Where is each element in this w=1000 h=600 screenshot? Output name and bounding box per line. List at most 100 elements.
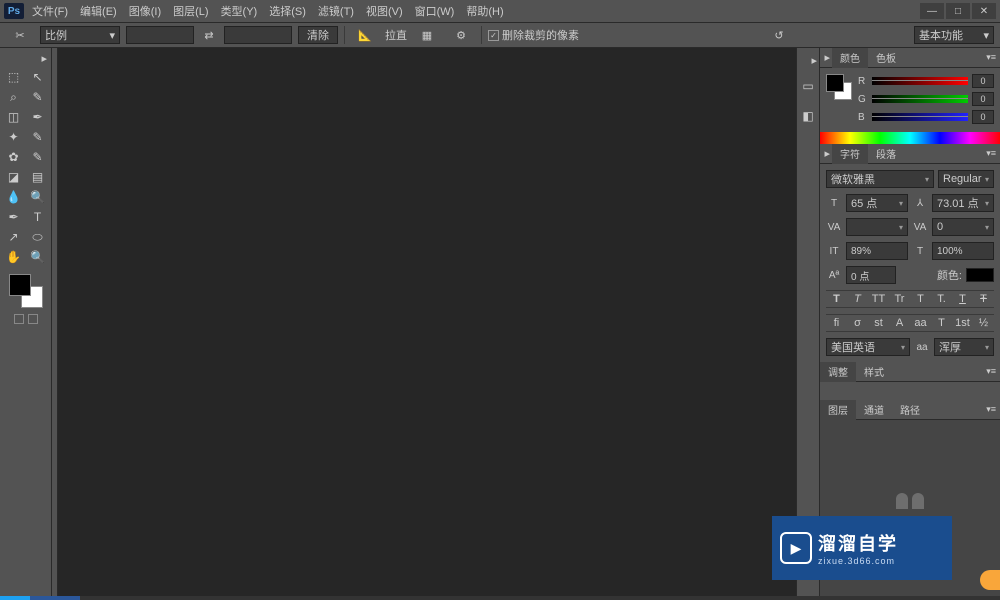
- menu-view[interactable]: 视图(V): [366, 3, 403, 19]
- ligatures-button[interactable]: fi: [828, 317, 846, 329]
- minimize-button[interactable]: —: [920, 3, 944, 19]
- canvas-area[interactable]: [52, 48, 796, 596]
- b-value[interactable]: 0: [972, 110, 994, 124]
- ordinals-button[interactable]: 1st: [954, 317, 972, 329]
- tab-paragraph[interactable]: 段落: [868, 144, 904, 164]
- straighten-icon[interactable]: 📐: [351, 25, 379, 45]
- font-family-select[interactable]: 微软雅黑▾: [826, 170, 934, 188]
- close-button[interactable]: ✕: [972, 3, 996, 19]
- panel-collapse-icon[interactable]: ▸: [820, 147, 832, 160]
- ratio-select[interactable]: 比例▾: [40, 26, 120, 44]
- tab-character[interactable]: 字符: [832, 144, 868, 164]
- color-spectrum[interactable]: [820, 132, 1000, 144]
- gradient-tool[interactable]: ▤: [27, 168, 49, 186]
- hscale-input[interactable]: 100%: [932, 242, 994, 260]
- crop-tool-icon[interactable]: ✂: [6, 25, 34, 45]
- tab-channels[interactable]: 通道: [856, 400, 892, 420]
- contextual-button[interactable]: σ: [849, 317, 867, 329]
- width-input[interactable]: [126, 26, 194, 44]
- panel-menu-icon[interactable]: ▾≡: [986, 404, 1000, 415]
- menu-filter[interactable]: 滤镜(T): [318, 3, 354, 19]
- zoom-tool[interactable]: 🔍: [27, 248, 49, 266]
- menu-type[interactable]: 类型(Y): [221, 3, 258, 19]
- vscale-input[interactable]: 89%: [846, 242, 908, 260]
- type-tool[interactable]: T: [27, 208, 49, 226]
- tab-swatches[interactable]: 色板: [868, 48, 904, 68]
- menu-file[interactable]: 文件(F): [32, 3, 68, 19]
- panel-menu-icon[interactable]: ▾≡: [986, 366, 1000, 377]
- blur-tool[interactable]: 💧: [3, 188, 25, 206]
- menu-image[interactable]: 图像(I): [129, 3, 161, 19]
- r-slider[interactable]: [872, 77, 968, 85]
- r-value[interactable]: 0: [972, 74, 994, 88]
- text-color-swatch[interactable]: [966, 268, 994, 282]
- color-swatches[interactable]: [9, 274, 43, 308]
- lasso-tool[interactable]: ⌕: [3, 88, 25, 106]
- allcaps-button[interactable]: TT: [870, 293, 888, 305]
- discretionary-button[interactable]: st: [870, 317, 888, 329]
- eyedropper-tool[interactable]: ✒: [27, 108, 49, 126]
- move-tool[interactable]: ⬚: [3, 68, 25, 86]
- crop-tool[interactable]: ◫: [3, 108, 25, 126]
- smallcaps-button[interactable]: Tr: [891, 293, 909, 305]
- tab-adjustments[interactable]: 调整: [820, 362, 856, 382]
- panel-collapse-icon[interactable]: ▸: [0, 52, 51, 64]
- g-slider[interactable]: [872, 95, 968, 103]
- strike-button[interactable]: Ŧ: [975, 293, 993, 305]
- history-brush-tool[interactable]: ✎: [27, 148, 49, 166]
- quick-select-tool[interactable]: ✎: [27, 88, 49, 106]
- tab-paths[interactable]: 路径: [892, 400, 928, 420]
- swap-dimensions-icon[interactable]: ⇄: [200, 26, 218, 44]
- panel-menu-icon[interactable]: ▾≡: [986, 148, 1000, 159]
- panel-menu-icon[interactable]: ▾≡: [986, 52, 1000, 63]
- hand-tool[interactable]: ✋: [3, 248, 25, 266]
- foreground-swatch[interactable]: [9, 274, 31, 296]
- path-tool[interactable]: ↗: [3, 228, 25, 246]
- language-select[interactable]: 美国英语▾: [826, 338, 910, 356]
- standard-mode-icon[interactable]: [14, 314, 24, 324]
- bold-button[interactable]: T: [828, 293, 846, 305]
- superscript-button[interactable]: T: [912, 293, 930, 305]
- color-swatch-pair[interactable]: [826, 74, 852, 100]
- swash-button[interactable]: A: [891, 317, 909, 329]
- grid-overlay-icon[interactable]: ▦: [413, 25, 441, 45]
- clear-button[interactable]: 清除: [298, 26, 338, 44]
- tab-styles[interactable]: 样式: [856, 362, 892, 382]
- marquee-tool[interactable]: ↖: [27, 68, 49, 86]
- font-size-input[interactable]: 65 点▾: [846, 194, 908, 212]
- fg-swatch[interactable]: [826, 74, 844, 92]
- kerning-input[interactable]: ▾: [846, 218, 908, 236]
- dodge-tool[interactable]: 🔍: [27, 188, 49, 206]
- b-slider[interactable]: [872, 113, 968, 121]
- fractions-button[interactable]: ½: [975, 317, 993, 329]
- panel-collapse-icon[interactable]: ▸: [820, 51, 832, 64]
- stylistic-button[interactable]: aa: [912, 317, 930, 329]
- titling-button[interactable]: T: [933, 317, 951, 329]
- settings-gear-icon[interactable]: ⚙: [447, 25, 475, 45]
- italic-button[interactable]: T: [849, 293, 867, 305]
- menu-edit[interactable]: 编辑(E): [80, 3, 117, 19]
- leading-input[interactable]: 73.01 点▾: [932, 194, 994, 212]
- healing-tool[interactable]: ✦: [3, 128, 25, 146]
- brush-tool[interactable]: ✎: [27, 128, 49, 146]
- workspace-select[interactable]: 基本功能▾: [914, 26, 994, 44]
- menu-layer[interactable]: 图层(L): [173, 3, 208, 19]
- properties-panel-icon[interactable]: ◧: [800, 108, 816, 124]
- tab-layers[interactable]: 图层: [820, 400, 856, 420]
- underline-button[interactable]: T: [954, 293, 972, 305]
- antialias-select[interactable]: 浑厚▾: [934, 338, 994, 356]
- reset-icon[interactable]: ↺: [765, 25, 793, 45]
- delete-cropped-checkbox[interactable]: ✓ 删除裁剪的像素: [488, 27, 579, 43]
- menu-window[interactable]: 窗口(W): [415, 3, 455, 19]
- quickmask-mode-icon[interactable]: [28, 314, 38, 324]
- stamp-tool[interactable]: ✿: [3, 148, 25, 166]
- maximize-button[interactable]: □: [946, 3, 970, 19]
- tracking-input[interactable]: 0▾: [932, 218, 994, 236]
- subscript-button[interactable]: T.: [933, 293, 951, 305]
- menu-help[interactable]: 帮助(H): [466, 3, 503, 19]
- dock-expand-icon[interactable]: ▸: [797, 54, 819, 64]
- history-panel-icon[interactable]: ▭: [800, 78, 816, 94]
- menu-select[interactable]: 选择(S): [269, 3, 306, 19]
- height-input[interactable]: [224, 26, 292, 44]
- g-value[interactable]: 0: [972, 92, 994, 106]
